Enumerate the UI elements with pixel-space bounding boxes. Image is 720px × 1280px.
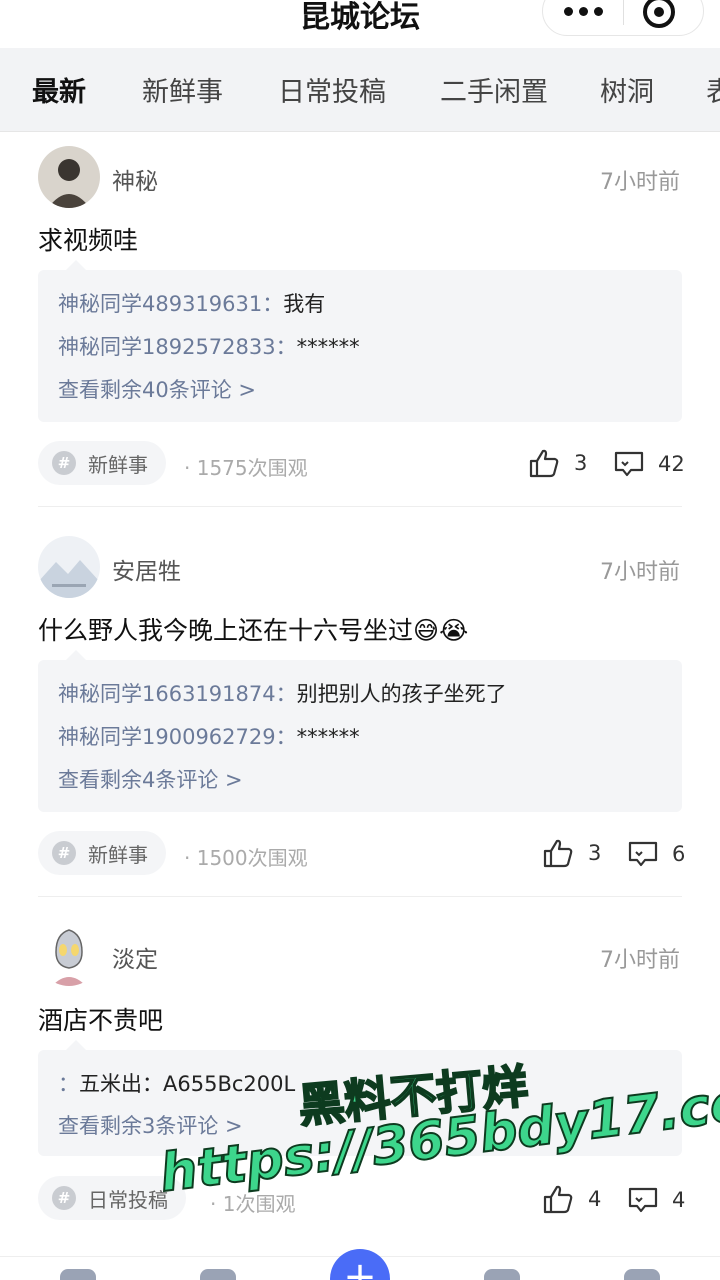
comment-item: ：五米出：A655Bc200L: [58, 1068, 295, 1098]
discover-nav-icon[interactable]: [200, 1269, 236, 1280]
comment-count: 42: [658, 452, 685, 476]
like-button[interactable]: 3: [542, 838, 601, 868]
comment-text: 五米出：A655Bc200L: [79, 1072, 296, 1096]
category-tabs: 最新 新鲜事 日常投稿 二手闲置 树洞 表: [0, 48, 720, 132]
comment-count: 4: [672, 1188, 686, 1212]
tab-daily-submission[interactable]: 日常投稿: [278, 70, 386, 109]
avatar[interactable]: [38, 924, 100, 986]
profile-nav-icon[interactable]: [624, 1269, 660, 1280]
comment-text: ******: [296, 725, 360, 749]
like-count: 4: [588, 1187, 602, 1211]
post-content[interactable]: 求视频哇: [38, 221, 138, 257]
comment-author[interactable]: 神秘同学489319631：: [58, 292, 283, 316]
comment-item: 神秘同学1663191874：别把别人的孩子坐死了: [58, 678, 507, 708]
tab-overflow[interactable]: 表: [706, 70, 720, 109]
like-button[interactable]: 3: [528, 448, 587, 478]
comment-item: 神秘同学489319631：我有: [58, 288, 325, 318]
tab-latest[interactable]: 最新: [32, 70, 86, 109]
topic-tag-label: 新鲜事: [88, 452, 148, 477]
topic-tag-label: 新鲜事: [88, 842, 148, 867]
capsule-divider: [623, 0, 624, 25]
view-more-comments-link[interactable]: 查看剩余4条评论 >: [58, 764, 243, 794]
more-options-icon[interactable]: [543, 0, 623, 35]
comment-button[interactable]: 6: [628, 840, 685, 868]
like-count: 3: [588, 841, 602, 865]
like-count: 3: [574, 451, 588, 475]
post-username[interactable]: 神秘: [112, 162, 158, 196]
tab-second-hand[interactable]: 二手闲置: [440, 70, 548, 109]
comment-count: 6: [672, 842, 686, 866]
view-count: · 1500次围观: [184, 846, 308, 870]
close-mini-program-icon[interactable]: [643, 0, 675, 28]
home-nav-icon[interactable]: [60, 1269, 96, 1280]
hash-icon: #: [52, 451, 76, 475]
post-username[interactable]: 安居牲: [112, 552, 181, 586]
comment-box[interactable]: 神秘同学1663191874：别把别人的孩子坐死了 神秘同学1900962729…: [38, 650, 682, 812]
topic-tag-label: 日常投稿: [88, 1187, 168, 1212]
comment-text: ******: [296, 335, 360, 359]
avatar[interactable]: [38, 146, 100, 208]
view-more-comments-link[interactable]: 查看剩余40条评论 >: [58, 374, 256, 404]
tab-fresh-news[interactable]: 新鲜事: [142, 70, 223, 109]
hash-icon: #: [52, 1186, 76, 1210]
comment-button[interactable]: 4: [628, 1186, 685, 1214]
avatar[interactable]: [38, 536, 100, 598]
comment-author[interactable]: 神秘同学1892572833：: [58, 335, 297, 359]
comment-icon: [628, 1187, 658, 1213]
message-nav-icon[interactable]: [484, 1269, 520, 1280]
comment-author[interactable]: 神秘同学1900962729：: [58, 725, 297, 749]
comment-icon: [628, 841, 658, 867]
add-post-button[interactable]: +: [330, 1249, 390, 1280]
view-more-comments-link[interactable]: 查看剩余3条评论 >: [58, 1110, 243, 1140]
post-time: 7小时前: [600, 948, 680, 973]
comment-box[interactable]: 神秘同学489319631：我有 神秘同学1892572833：****** 查…: [38, 260, 682, 422]
comment-item: 神秘同学1892572833：******: [58, 331, 360, 361]
comment-item: 神秘同学1900962729：******: [58, 721, 360, 751]
header: 昆城论坛: [0, 0, 720, 48]
view-count: · 1575次围观: [184, 456, 308, 480]
comment-icon: [614, 451, 644, 477]
bottom-nav: +: [0, 1249, 720, 1280]
comment-author[interactable]: ：: [58, 1072, 79, 1096]
hash-icon: #: [52, 841, 76, 865]
post-divider: [38, 506, 682, 507]
post-content[interactable]: 酒店不贵吧: [38, 1001, 163, 1037]
tab-tree-hole[interactable]: 树洞: [600, 70, 654, 109]
comment-author[interactable]: 神秘同学1663191874：: [58, 682, 297, 706]
comment-text: 别把别人的孩子坐死了: [296, 682, 507, 706]
topic-tag[interactable]: # 新鲜事: [38, 441, 166, 485]
post-time: 7小时前: [600, 560, 680, 585]
like-button[interactable]: 4: [542, 1184, 601, 1214]
mini-program-capsule: [542, 0, 704, 36]
post-divider: [38, 896, 682, 897]
comment-text: 我有: [283, 292, 326, 316]
thumbs-up-icon: [543, 1185, 573, 1214]
thumbs-up-icon: [543, 839, 573, 868]
thumbs-up-icon: [529, 449, 559, 478]
topic-tag[interactable]: # 新鲜事: [38, 831, 166, 875]
post-content[interactable]: 什么野人我今晚上还在十六号坐过😅😭: [38, 611, 468, 647]
post-card[interactable]: 神秘 7小时前 求视频哇 神秘同学489319631：我有 神秘同学189257…: [0, 132, 720, 510]
post-card[interactable]: 安居牲 7小时前 什么野人我今晚上还在十六号坐过😅😭 神秘同学166319187…: [0, 522, 720, 900]
post-time: 7小时前: [600, 170, 680, 195]
post-username[interactable]: 淡定: [112, 940, 158, 974]
comment-button[interactable]: 42: [614, 450, 685, 478]
